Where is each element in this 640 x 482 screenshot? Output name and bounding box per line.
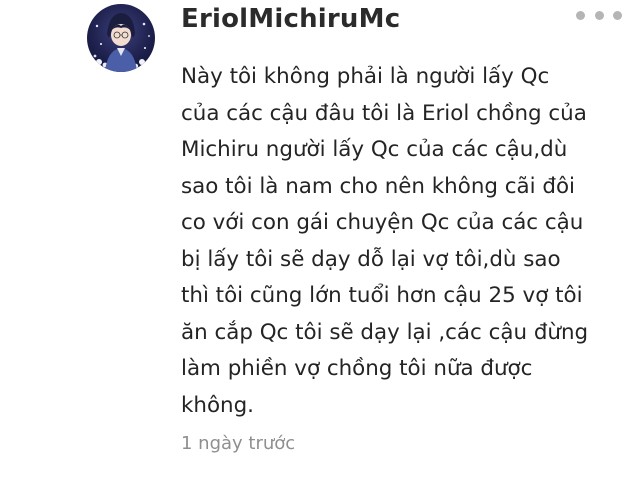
comment-line: thì tôi cũng lớn tuổi hơn cậu 25 vợ tôi <box>181 283 583 308</box>
more-dots-icon <box>594 10 604 20</box>
comment-body: Này tôi không phải là người lấy Qc của c… <box>181 59 631 424</box>
avatar-image-icon <box>93 13 150 72</box>
comment-card: EriolMichiruMc Này tôi không phải là ngư… <box>0 0 640 482</box>
comment-line: Này tôi không phải là người lấy Qc <box>181 64 550 89</box>
comment-line: co với con gái chuyện Qc của các cậu <box>181 210 584 235</box>
comment-timestamp: 1 ngày trước <box>181 433 296 454</box>
comment-line: không. <box>181 392 254 418</box>
more-options-button[interactable] <box>576 4 622 26</box>
comment-line: ăn cắp Qc tôi sẽ dạy lại ,các cậu đừng <box>181 319 589 345</box>
comment-line: Michiru người lấy Qc của các cậu,dù <box>181 137 568 162</box>
username[interactable]: EriolMichiruMc <box>181 4 400 34</box>
more-dots-icon <box>576 10 585 20</box>
avatar[interactable] <box>87 4 155 72</box>
comment-line: của các cậu đâu tôi là Eriol chồng của <box>181 100 587 126</box>
comment-line: bị lấy tôi sẽ dạy dỗ lại vợ tôi,dù sao <box>181 246 561 272</box>
comment-line: làm phiền vợ chồng tôi nữa được <box>181 356 533 381</box>
more-dots-icon <box>613 10 622 20</box>
comment-line: sao tôi là nam cho nên không cãi đôi <box>181 173 575 199</box>
